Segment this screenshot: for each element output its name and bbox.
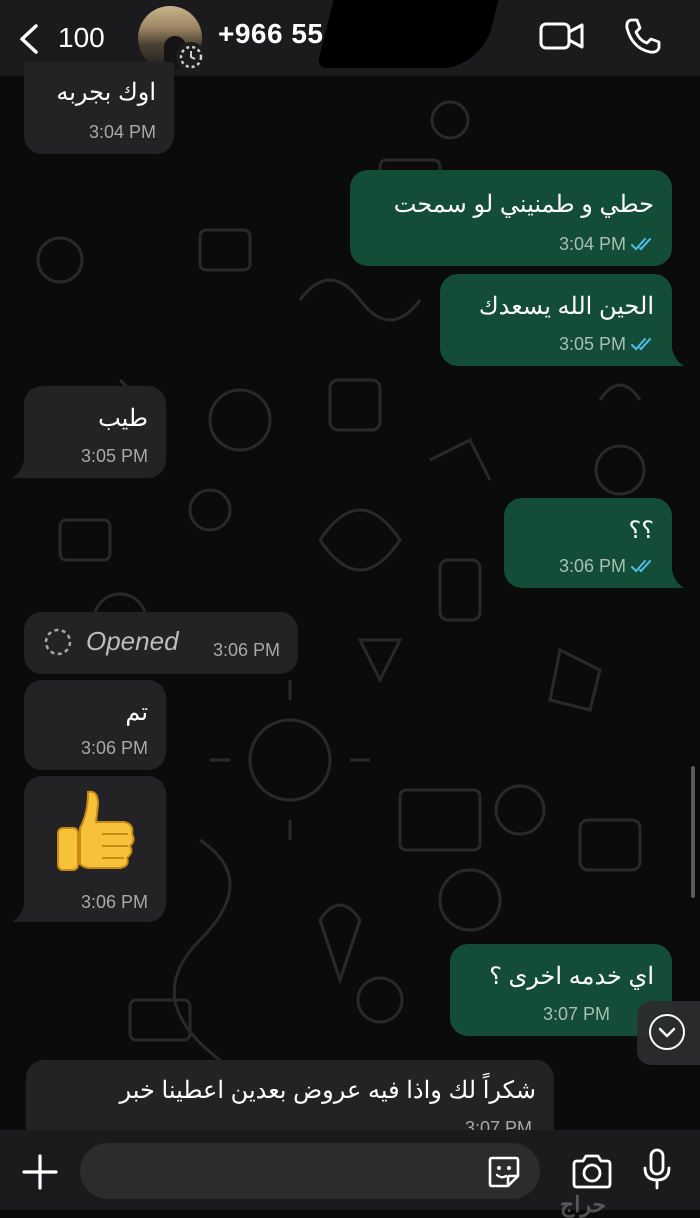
thumbs-up-emoji xyxy=(57,790,135,871)
back-button[interactable]: 100 xyxy=(18,20,105,56)
message-time: 3:06 PM xyxy=(212,640,280,660)
message-incoming[interactable]: اوك بجربه 3:04 PM xyxy=(24,62,174,154)
message-incoming[interactable]: 3:06 PM xyxy=(24,776,166,922)
message-time: 3:06 PM xyxy=(558,556,626,576)
phone-icon xyxy=(625,18,661,54)
video-call-button[interactable] xyxy=(538,16,586,56)
unread-count: 100 xyxy=(58,22,105,53)
scrollbar[interactable] xyxy=(691,766,695,898)
double-check-icon xyxy=(631,238,651,251)
microphone-button[interactable] xyxy=(642,1148,672,1192)
watermark: حراج xyxy=(560,1192,607,1217)
message-time: 3:07 PM xyxy=(542,1004,610,1024)
double-check-icon xyxy=(631,338,651,351)
view-once-icon xyxy=(44,628,72,656)
message-time: 3:06 PM xyxy=(80,892,148,912)
message-outgoing[interactable]: ؟؟ 3:06 PM xyxy=(504,498,672,588)
plus-icon xyxy=(22,1154,58,1190)
message-outgoing[interactable]: الحين الله يسعدك 3:05 PM xyxy=(440,274,672,366)
sticker-icon xyxy=(488,1156,520,1188)
voice-call-button[interactable] xyxy=(622,16,662,56)
opened-label: Opened xyxy=(86,626,179,656)
camera-icon xyxy=(572,1154,612,1189)
chevron-down-icon xyxy=(649,1014,685,1050)
message-text: طيب xyxy=(98,405,148,432)
message-incoming[interactable]: تم 3:06 PM xyxy=(24,680,166,770)
message-time: 3:05 PM xyxy=(80,446,148,466)
microphone-icon xyxy=(643,1148,671,1190)
bubble-tail xyxy=(12,904,28,922)
scroll-to-bottom-button[interactable] xyxy=(637,1001,700,1065)
message-text: شكراً لك واذا فيه عروض بعدين اعطينا خبر xyxy=(119,1077,536,1104)
sticker-button[interactable] xyxy=(486,1154,522,1190)
message-text: حطي و طمنيني لو سمحت xyxy=(393,191,654,218)
bubble-tail xyxy=(668,570,684,588)
bubble-tail xyxy=(668,348,684,366)
bubble-tail xyxy=(12,460,28,478)
redaction-mark xyxy=(316,0,499,68)
camera-button[interactable] xyxy=(570,1152,614,1192)
message-text: ؟؟ xyxy=(628,517,654,544)
video-camera-icon xyxy=(539,22,584,50)
message-input[interactable] xyxy=(80,1143,540,1199)
message-outgoing[interactable]: حطي و طمنيني لو سمحت 3:04 PM xyxy=(350,170,672,266)
view-once-message[interactable]: Opened 3:06 PM xyxy=(24,612,298,674)
message-time: 3:06 PM xyxy=(80,738,148,758)
message-time: 3:04 PM xyxy=(558,234,626,254)
message-incoming[interactable]: طيب 3:05 PM xyxy=(24,386,166,478)
message-text: الحين الله يسعدك xyxy=(478,293,654,320)
compose-bar: حراج xyxy=(0,1130,700,1217)
message-time: 3:04 PM xyxy=(88,122,156,142)
message-text: اوك بجربه xyxy=(56,79,156,106)
status-ring-icon xyxy=(179,45,203,69)
message-text: تم xyxy=(125,699,148,726)
chevron-left-icon xyxy=(20,24,38,54)
status-indicator xyxy=(176,42,206,72)
message-text: اي خدمه اخرى ؟ xyxy=(489,963,654,990)
attach-button[interactable] xyxy=(20,1152,60,1192)
message-time: 3:05 PM xyxy=(558,334,626,354)
contact-name[interactable]: +966 55 xyxy=(218,18,324,50)
double-check-icon xyxy=(631,560,651,573)
